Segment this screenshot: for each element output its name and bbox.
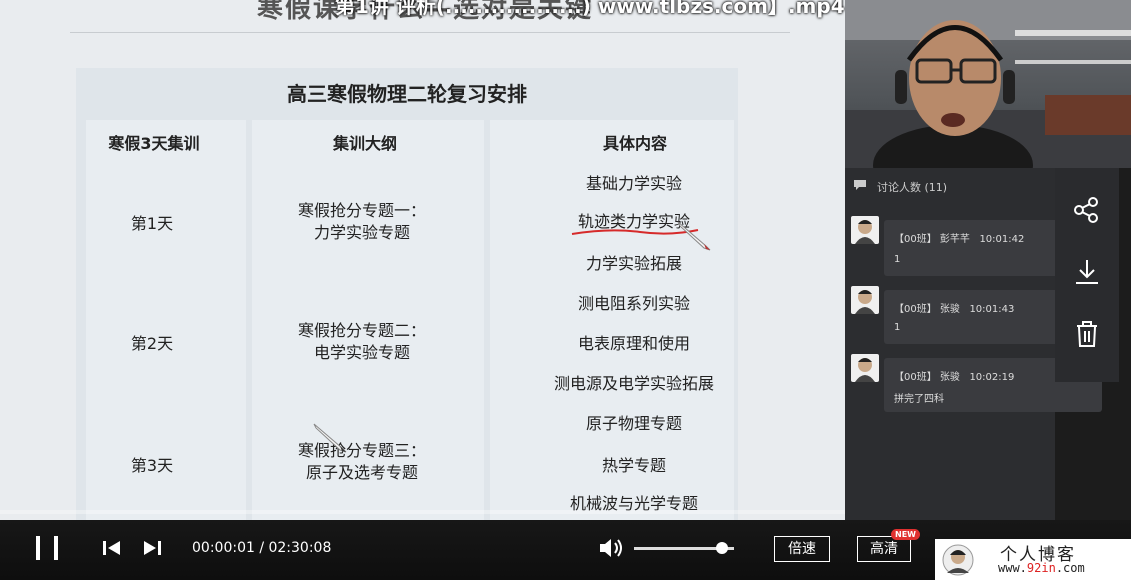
content-item: 测电源及电学实验拓展 [553, 374, 714, 393]
message-meta: 【00班】 张骏 10:02:19 [894, 372, 1015, 383]
trash-icon[interactable] [1071, 318, 1103, 350]
watermark-url-suffix: .com [1055, 561, 1085, 575]
webcam-video [845, 0, 1131, 168]
pen-cursor-icon [677, 221, 711, 251]
slide-divider [70, 32, 790, 33]
content-item: 测电阻系列实验 [577, 294, 690, 313]
topic-line: 寒假抢分专题一： [297, 201, 426, 220]
content-item: 电表原理和使用 [577, 334, 690, 353]
content-item: 力学实验拓展 [585, 254, 682, 273]
topic-line: 寒假抢分专题二： [297, 321, 426, 340]
participant-count: 讨论人数 (11) [877, 181, 948, 194]
chat-panel: 讨论人数 (11) 【00班】 彭芊芊 10:01:42 1 【00班】 张骏 … [845, 168, 1102, 520]
progress-bar[interactable] [0, 510, 845, 514]
time-display: 00:00:01 / 02:30:08 [192, 540, 332, 556]
next-icon[interactable] [142, 539, 162, 557]
volume-icon[interactable] [598, 537, 624, 559]
header-content: 具体内容 [602, 134, 667, 153]
topic-line: 原子及选考专题 [305, 463, 418, 482]
header-outline: 集训大纲 [332, 134, 397, 153]
table-title: 高三寒假物理二轮复习安排 [287, 82, 527, 106]
content-item: 基础力学实验 [585, 174, 682, 193]
pen-cursor-icon [313, 423, 347, 453]
user-avatar-icon [855, 358, 875, 382]
topic-label: 寒假抢分专题三： 原子及选考专题 [247, 440, 477, 484]
volume-knob[interactable] [716, 542, 728, 554]
watermark-url-prefix: www. [998, 561, 1027, 575]
video-frame-slide: 寒假课学什么—选对是关键 高三寒假物理二轮复习安排 寒假3天集训 集训大纲 具体… [0, 0, 845, 520]
speed-button[interactable]: 倍速 [774, 536, 830, 562]
pause-icon[interactable] [34, 534, 60, 562]
message-meta: 【00班】 张骏 10:01:43 [894, 304, 1015, 315]
content-item: 原子物理专题 [585, 414, 682, 433]
chat-header: 讨论人数 (11) [845, 168, 1055, 202]
watermark-url: www.92in.com [998, 561, 1085, 575]
day-label: 第3天 [130, 456, 174, 475]
topic-line: 电学实验专题 [313, 343, 410, 362]
topic-label: 寒假抢分专题一： 力学实验专题 [247, 200, 477, 244]
video-title-overlay: 第1讲 评析(..................) www.tlbzs.com… [335, 0, 845, 18]
day-label: 第1天 [130, 214, 174, 233]
topic-line: 力学实验专题 [313, 223, 410, 242]
content-item: 热学专题 [601, 456, 666, 475]
side-action-bar [1055, 168, 1119, 382]
topic-line: 寒假抢分专题三： [297, 441, 426, 460]
presenter-image [845, 0, 1131, 168]
download-icon[interactable] [1071, 256, 1103, 288]
share-icon[interactable] [1071, 194, 1103, 226]
user-avatar-icon [855, 290, 875, 314]
avatar [851, 286, 879, 314]
day-label: 第2天 [130, 334, 174, 353]
watermark-url-mid: 92in [1026, 561, 1056, 575]
previous-icon[interactable] [102, 539, 122, 557]
message-meta: 【00班】 彭芊芊 10:01:42 [894, 234, 1025, 245]
topic-label: 寒假抢分专题二： 电学实验专题 [247, 320, 477, 364]
message-text: 1 [894, 254, 901, 265]
header-days: 寒假3天集训 [108, 134, 200, 153]
avatar [851, 354, 879, 382]
user-avatar-icon [855, 220, 875, 244]
chat-bubble-icon [854, 180, 866, 190]
avatar [851, 216, 879, 244]
watermark-logo-icon [942, 544, 974, 576]
message-text: 1 [894, 322, 901, 333]
new-badge: NEW [891, 529, 920, 540]
message-text: 拼完了四科 [894, 394, 944, 405]
